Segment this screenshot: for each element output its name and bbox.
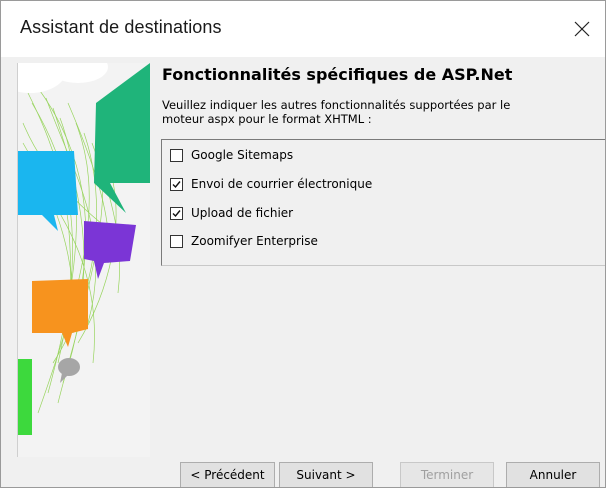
finish-button[interactable]: Terminer [400, 462, 494, 487]
feature-email-sending[interactable]: Envoi de courrier électronique [170, 174, 372, 194]
checkmark-icon [172, 180, 181, 188]
title-bar: Assistant de destinations [1, 1, 605, 57]
close-button[interactable] [559, 1, 605, 57]
wizard-dialog: Assistant de destinations Fonctionnalité… [0, 0, 606, 488]
feature-file-upload[interactable]: Upload de fichier [170, 203, 293, 223]
cancel-button[interactable]: Annuler [506, 462, 600, 487]
checkmark-icon [172, 209, 181, 217]
feature-google-sitemaps[interactable]: Google Sitemaps [170, 145, 293, 165]
feature-label: Envoi de courrier électronique [191, 177, 373, 191]
close-icon [574, 21, 590, 37]
speech-bubbles-illustration [18, 63, 150, 435]
description-line: Veuillez indiquer les autres fonctionnal… [162, 98, 511, 112]
wizard-side-illustration [17, 63, 150, 457]
page-heading: Fonctionnalités spécifiques de ASP.Net [162, 65, 513, 84]
feature-zoomifyer[interactable]: Zoomifyer Enterprise [170, 231, 318, 251]
zoomifyer-checkbox[interactable] [170, 234, 183, 248]
previous-button[interactable]: < Précédent [180, 462, 275, 487]
feature-label: Zoomifyer Enterprise [191, 234, 318, 248]
next-button[interactable]: Suivant > [279, 462, 373, 487]
feature-label: Google Sitemaps [191, 148, 294, 162]
file-upload-checkbox[interactable] [170, 206, 183, 220]
email-sending-checkbox[interactable] [170, 177, 183, 191]
google-sitemaps-checkbox[interactable] [170, 148, 183, 162]
description-line: moteur aspx pour le format XHTML : [162, 112, 372, 126]
page-description: Veuillez indiquer les autres fonctionnal… [162, 98, 602, 126]
features-list: Google Sitemaps Envoi de courrier électr… [161, 139, 605, 266]
feature-label: Upload de fichier [191, 206, 294, 220]
window-title: Assistant de destinations [20, 17, 222, 37]
